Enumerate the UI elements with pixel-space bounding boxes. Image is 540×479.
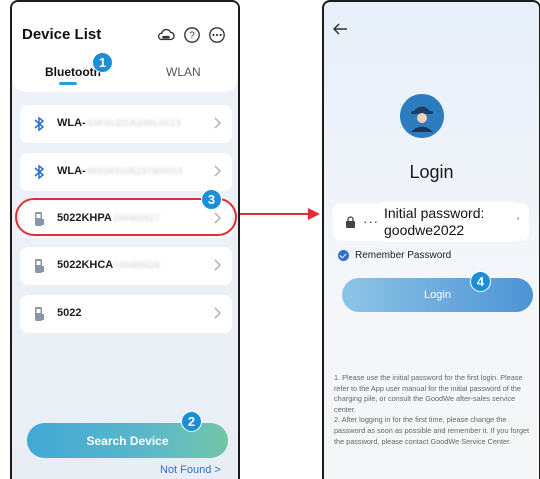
device-serial-blurred: 53KSLEOA245L0013: [87, 118, 182, 128]
tab-wlan[interactable]: WLAN: [166, 65, 201, 79]
device-serial-blurred: 236W0026: [113, 260, 161, 270]
remember-password-toggle[interactable]: Remember Password: [338, 250, 451, 261]
help-icon[interactable]: ?: [183, 26, 201, 44]
step-marker-3: 3: [201, 189, 222, 210]
chevron-right-icon: [214, 259, 221, 271]
step-marker-1: 1: [92, 52, 113, 73]
chevron-right-icon: [214, 307, 221, 319]
avatar: [400, 94, 444, 138]
login-button[interactable]: Login: [342, 278, 533, 312]
active-tab-indicator: [59, 82, 77, 85]
bluetooth-icon: [34, 116, 45, 132]
bluetooth-icon: [34, 164, 45, 180]
device-row-1[interactable]: WLA- 53KSLEOA245L0013: [20, 105, 232, 143]
device-list-screen: Device List ? Bluetooth WLAN WLA- 53KSLE…: [10, 0, 240, 479]
charger-icon: [35, 307, 44, 321]
step-marker-4: 4: [470, 271, 491, 292]
device-row-4[interactable]: 5022KHCA 236W0026: [20, 247, 232, 285]
check-circle-icon: [338, 250, 349, 261]
header-card: Device List ? Bluetooth WLAN: [12, 2, 238, 92]
login-notes: 1. Please use the initial password for t…: [334, 373, 530, 446]
device-name: 5022KHCA: [57, 259, 114, 271]
more-icon[interactable]: [208, 26, 226, 44]
device-name: WLA-: [57, 165, 86, 177]
chevron-right-icon: [214, 117, 221, 129]
eye-off-icon[interactable]: ʼ: [517, 217, 523, 228]
device-serial-blurred: 9015KEUB237W0019: [87, 166, 184, 176]
back-arrow-icon[interactable]: [332, 22, 348, 36]
login-title: Login: [409, 162, 454, 182]
device-name: WLA-: [57, 117, 86, 129]
svg-text:?: ?: [189, 31, 195, 42]
charger-icon: [35, 259, 44, 273]
password-callout: Initial password: goodwe2022: [380, 202, 514, 242]
lock-icon: [346, 216, 355, 228]
device-row-5[interactable]: 5022: [20, 295, 232, 333]
arrow-right-icon: [240, 208, 320, 220]
remember-password-label: Remember Password: [355, 250, 452, 261]
step-marker-2: 2: [181, 411, 202, 432]
page-title: Device List: [22, 26, 102, 43]
device-name: 5022: [57, 307, 82, 319]
worker-avatar-icon: [400, 94, 444, 138]
not-found-link[interactable]: Not Found >: [160, 464, 221, 476]
cloud-icon[interactable]: [157, 26, 175, 44]
device-row-2[interactable]: WLA- 9015KEUB237W0019: [20, 153, 232, 191]
login-screen: Login ···· ʼ Initial password: goodwe202…: [322, 0, 540, 479]
chevron-right-icon: [214, 165, 221, 177]
